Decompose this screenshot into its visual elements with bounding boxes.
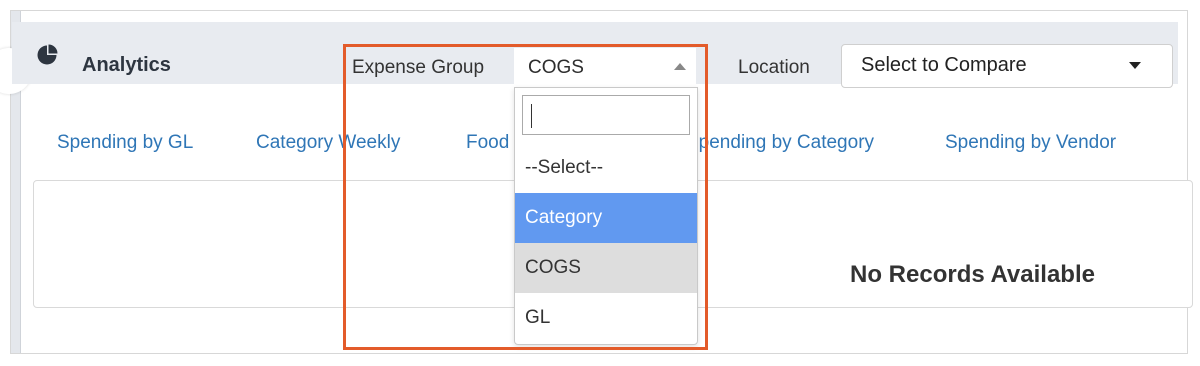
expense-group-value[interactable]: COGS (528, 57, 584, 79)
tab-food[interactable]: Food (466, 132, 509, 154)
expense-group-label: Expense Group (352, 57, 485, 78)
page-title: Analytics (82, 54, 171, 76)
tab-category-weekly[interactable]: Category Weekly (256, 132, 400, 154)
empty-state-message: No Records Available (850, 261, 1095, 288)
tab-spending-by-category[interactable]: Spending by Category (686, 132, 874, 154)
dropdown-search-input[interactable] (522, 95, 690, 135)
dropdown-option-category[interactable]: Category (515, 193, 697, 243)
caret-down-icon[interactable] (1129, 62, 1141, 69)
pie-chart-icon (37, 44, 58, 65)
text-cursor (531, 104, 532, 128)
tab-spending-by-vendor[interactable]: Spending by Vendor (945, 132, 1116, 154)
location-value[interactable]: Select to Compare (861, 54, 1027, 77)
caret-up-icon[interactable] (674, 63, 686, 70)
expense-group-dropdown: --Select-- Category COGS GL (514, 87, 698, 345)
tab-spending-by-gl[interactable]: Spending by GL (57, 132, 193, 154)
dropdown-option-gl[interactable]: GL (515, 293, 697, 343)
location-label: Location (738, 57, 810, 78)
dropdown-option-cogs[interactable]: COGS (515, 243, 697, 293)
dropdown-option-select[interactable]: --Select-- (515, 143, 697, 193)
